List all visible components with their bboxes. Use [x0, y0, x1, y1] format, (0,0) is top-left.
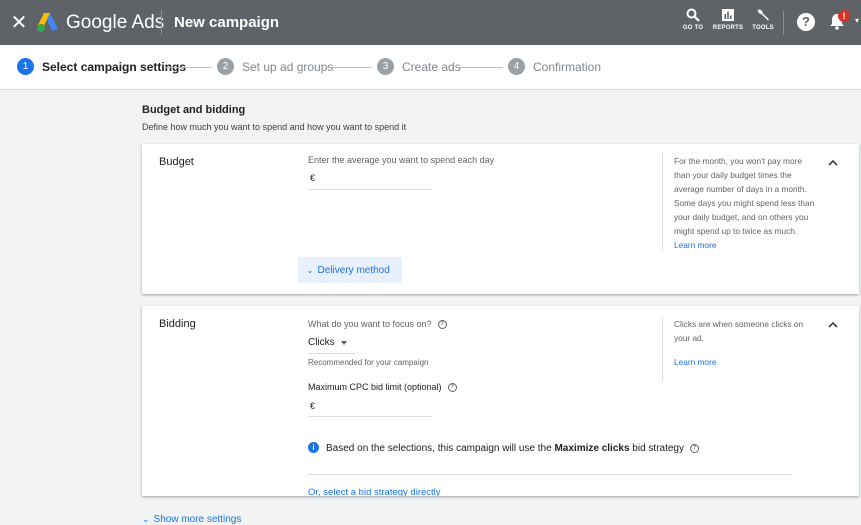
max-cpc-label: Maximum CPC bid limit (optional)? — [308, 380, 457, 394]
info-prefix: Based on the selections, this campaign w… — [326, 443, 555, 454]
step-confirmation[interactable]: 4 Confirmation — [508, 58, 601, 75]
brand-name: Google Ads — [66, 12, 165, 33]
step-label: Confirmation — [533, 59, 602, 74]
notification-badge: ! — [838, 10, 850, 22]
budget-learn-more-link[interactable]: Learn more — [674, 240, 716, 250]
help-circle-icon[interactable]: ? — [447, 383, 457, 393]
step-connector — [457, 67, 503, 68]
max-cpc-input-underline — [308, 416, 432, 417]
reports-icon — [722, 9, 734, 21]
budget-input[interactable] — [308, 166, 432, 188]
focus-dropdown-value: Clicks — [308, 337, 335, 348]
side-divider — [662, 317, 663, 381]
step-create-ads[interactable]: 3 Create ads — [377, 58, 461, 75]
bidding-learn-more-link[interactable]: Learn more — [674, 355, 816, 369]
budget-card: Budget Enter the average you want to spe… — [142, 144, 859, 294]
focus-dropdown[interactable]: Clicks — [308, 337, 347, 348]
budget-help-body: For the month, you won't pay more than y… — [674, 156, 815, 236]
dropdown-arrow-icon — [340, 340, 347, 345]
tools-label: TOOLS — [752, 25, 774, 31]
header-divider-right — [783, 11, 784, 35]
google-ads-logo-icon — [37, 13, 58, 32]
top-app-bar: ✕ Google Ads New campaign GO TO REPORTS … — [0, 0, 861, 45]
focus-dropdown-underline — [308, 353, 356, 354]
budget-help-text: For the month, you won't pay more than y… — [674, 154, 816, 252]
page-title: New campaign — [174, 14, 280, 31]
account-caret-icon[interactable]: ▾ — [855, 16, 859, 25]
section-title: Budget and bidding — [142, 104, 246, 116]
go-to-button[interactable]: GO TO — [675, 8, 711, 31]
collapse-chevron-up-icon[interactable] — [826, 318, 840, 332]
recommended-note: Recommended for your campaign — [308, 358, 429, 367]
side-divider — [662, 153, 663, 251]
step-label: Select campaign settings — [42, 59, 187, 74]
max-cpc-label-text: Maximum CPC bid limit (optional) — [308, 382, 442, 392]
delivery-method-button[interactable]: ⌄ Delivery method — [298, 257, 402, 283]
step-set-up-ad-groups[interactable]: 2 Set up ad groups — [217, 58, 333, 75]
focus-question: What do you want to focus on?? — [308, 317, 447, 331]
show-more-settings-button[interactable]: ⌄ Show more settings — [142, 514, 241, 525]
budget-hint: Enter the average you want to spend each… — [308, 155, 495, 165]
help-circle-icon[interactable]: ? — [437, 320, 447, 330]
step-label: Create ads — [402, 59, 461, 74]
delivery-method-label: Delivery method — [317, 264, 390, 276]
search-icon — [686, 8, 700, 22]
collapse-chevron-up-icon[interactable] — [826, 156, 840, 170]
step-number: 1 — [17, 58, 34, 75]
bidding-card: Bidding What do you want to focus on?? C… — [142, 306, 859, 496]
step-select-campaign-settings[interactable]: 1 Select campaign settings — [17, 58, 186, 75]
wrench-icon — [757, 9, 769, 21]
help-icon[interactable]: ? — [797, 13, 815, 31]
close-icon[interactable]: ✕ — [9, 12, 29, 32]
chevron-down-icon: ⌄ — [306, 264, 314, 275]
max-cpc-input[interactable] — [308, 395, 432, 415]
campaign-stepper: 1 Select campaign settings 2 Set up ad g… — [0, 45, 861, 90]
select-bid-strategy-link[interactable]: Or, select a bid strategy directly — [308, 487, 441, 496]
bid-strategy-info: i Based on the selections, this campaign… — [308, 441, 792, 456]
tools-button[interactable]: TOOLS — [745, 8, 781, 31]
info-divider — [308, 474, 792, 475]
step-number: 3 — [377, 58, 394, 75]
bidding-help-text: Clicks are when someone clicks on your a… — [674, 319, 804, 343]
step-label: Set up ad groups — [242, 59, 334, 74]
info-suffix: bid strategy — [629, 443, 684, 454]
budget-input-underline — [308, 189, 432, 190]
reports-label: REPORTS — [712, 25, 744, 31]
bidding-label: Bidding — [159, 318, 196, 330]
step-connector — [166, 67, 212, 68]
info-bold-strategy: Maximize clicks — [554, 443, 630, 454]
chevron-down-icon: ⌄ — [142, 514, 150, 524]
budget-label: Budget — [159, 156, 194, 168]
step-number: 2 — [217, 58, 234, 75]
section-subtitle: Define how much you want to spend and ho… — [142, 122, 407, 132]
header-divider — [161, 10, 162, 35]
go-to-label: GO TO — [682, 25, 704, 31]
focus-question-text: What do you want to focus on? — [308, 319, 432, 329]
help-circle-icon[interactable]: ? — [690, 443, 699, 453]
step-number: 4 — [508, 58, 525, 75]
reports-button[interactable]: REPORTS — [710, 8, 746, 31]
step-connector — [326, 67, 372, 68]
info-icon: i — [308, 442, 319, 453]
show-more-label: Show more settings — [153, 514, 242, 525]
